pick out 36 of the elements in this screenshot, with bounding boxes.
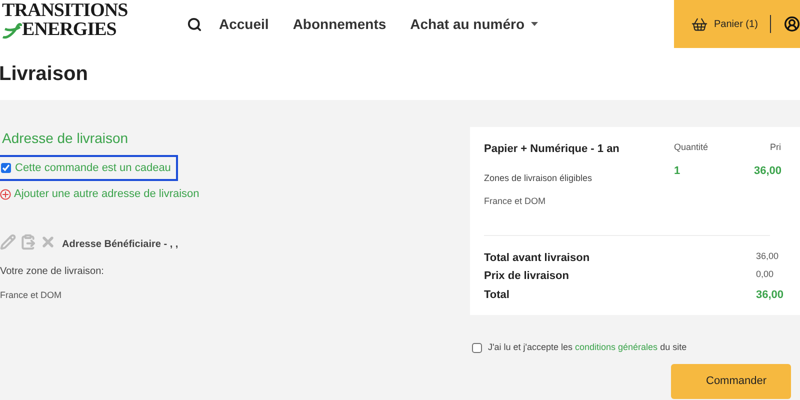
terms-checkbox[interactable] xyxy=(472,342,482,353)
cart-button[interactable]: Panier (1) xyxy=(691,16,758,32)
column-header: Quantité xyxy=(674,141,710,154)
beneficiary-label: Adresse Bénéficiaire - , , xyxy=(62,238,178,252)
total-value: 0,00 xyxy=(756,268,775,281)
gift-checkbox[interactable] xyxy=(1,163,11,173)
nav-link[interactable]: Abonnements xyxy=(292,14,386,34)
terms-option[interactable]: J'ai lu et j'accepte les conditions générales du site xyxy=(472,341,800,354)
column-header: Pri xyxy=(769,141,782,154)
quantity: 1 xyxy=(674,164,682,178)
plus-circle-icon xyxy=(0,188,11,200)
logo-text: ENERGIES xyxy=(22,20,116,39)
page-title: Livraison xyxy=(0,62,89,87)
nav-link[interactable]: Achat au numéro xyxy=(410,14,538,34)
total-value: 36,00 xyxy=(756,250,780,262)
total-label: Total avant livraison xyxy=(484,250,590,266)
total-label: Total xyxy=(484,288,510,302)
total-value: 36,00 xyxy=(756,288,785,302)
section-heading: Adresse de livraison xyxy=(2,129,130,148)
clipboard-icon[interactable] xyxy=(20,234,36,250)
swirl-icon xyxy=(2,21,22,39)
logo-text: TRANSITIONS xyxy=(2,1,128,20)
search-icon[interactable] xyxy=(187,16,202,32)
product-name: Papier + Numérique - 1 an xyxy=(484,142,620,157)
price: 36,00 xyxy=(754,164,782,178)
zone-label: Votre zone de livraison: xyxy=(0,264,105,278)
user-icon[interactable] xyxy=(784,16,800,32)
terms-text: J'ai lu et j'accepte les conditions générales du site xyxy=(488,341,687,354)
caret-icon xyxy=(530,22,538,26)
order-button[interactable]: Commander xyxy=(671,364,791,398)
eligible-label: Zones de livraison éligibles xyxy=(484,172,594,185)
eligible-value: France et DOM xyxy=(484,195,547,208)
total-label: Prix de livraison xyxy=(484,269,569,284)
zone-value: France et DOM xyxy=(0,288,63,302)
basket-icon xyxy=(691,16,708,32)
nav-link[interactable]: Accueil xyxy=(219,14,269,34)
